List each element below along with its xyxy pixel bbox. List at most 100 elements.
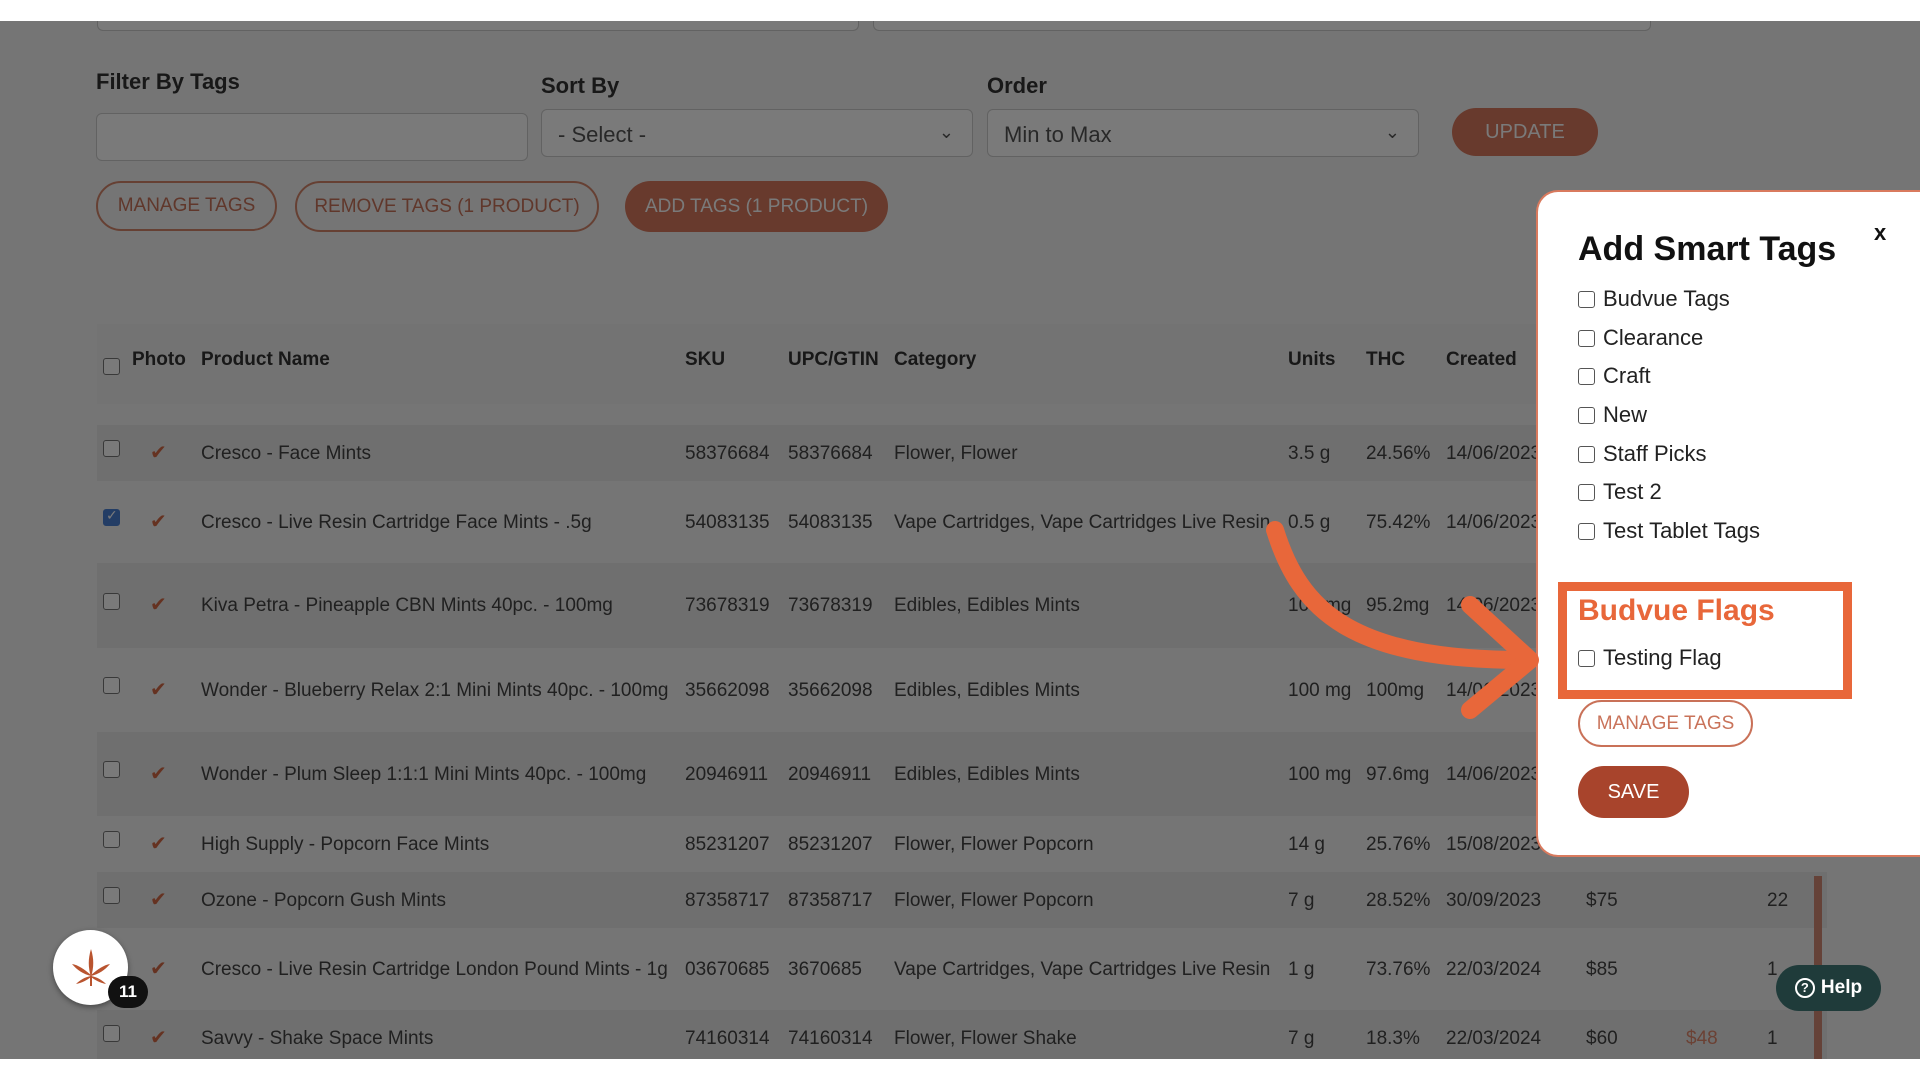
category-cell: Edibles, Edibles Mints xyxy=(894,679,1080,701)
row-checkbox[interactable] xyxy=(103,887,120,904)
question-icon: ? xyxy=(1794,978,1815,998)
annotation-arrow xyxy=(1266,521,1539,719)
flag-label: Testing Flag xyxy=(1603,645,1722,670)
sku-cell: 58376684 xyxy=(685,442,770,464)
row-checkbox[interactable] xyxy=(103,831,120,848)
product-name-cell: Cresco - Face Mints xyxy=(201,442,371,464)
category-cell: Edibles, Edibles Mints xyxy=(894,763,1080,785)
smart-tag-option[interactable]: Test Tablet Tags xyxy=(1578,518,1760,544)
col-created[interactable]: Created xyxy=(1446,349,1517,371)
upc-cell: 35662098 xyxy=(788,679,873,701)
units-cell: 7 g xyxy=(1288,1027,1315,1049)
order-label: Order xyxy=(987,73,1047,98)
photo-check-icon: ✔ xyxy=(150,832,167,855)
top-select-partial[interactable] xyxy=(873,21,1651,31)
product-name-cell: Savvy - Shake Space Mints xyxy=(201,1027,434,1049)
chevron-down-icon: ⌄ xyxy=(938,122,954,142)
tag-checkbox[interactable] xyxy=(1578,290,1595,308)
modal-title: Add Smart Tags xyxy=(1578,230,1837,268)
photo-check-icon: ✔ xyxy=(150,441,167,464)
modal-manage-tags-button[interactable]: MANAGE TAGS xyxy=(1578,700,1753,747)
sort-by-select[interactable]: - Select - ⌄ xyxy=(541,109,973,157)
col-category[interactable]: Category xyxy=(894,349,976,371)
product-name-cell: Wonder - Plum Sleep 1:1:1 Mini Mints 40p… xyxy=(201,763,647,785)
photo-check-icon: ✔ xyxy=(150,1026,167,1049)
bottom-bar xyxy=(0,1059,1920,1080)
units-cell: 3.5 g xyxy=(1288,442,1331,464)
row-checkbox[interactable] xyxy=(103,761,120,778)
order-value: Min to Max xyxy=(1004,122,1112,147)
flag-checkbox[interactable] xyxy=(1578,649,1595,667)
tag-checkbox[interactable] xyxy=(1578,445,1595,463)
chevron-down-icon: ⌄ xyxy=(1384,122,1400,142)
row-checkbox[interactable] xyxy=(103,440,120,457)
add-tags-button[interactable]: ADD TAGS (1 PRODUCT) xyxy=(625,181,888,232)
close-button[interactable]: x xyxy=(1874,220,1886,246)
col-product-name[interactable]: Product Name xyxy=(201,349,330,371)
sku-cell: 54083135 xyxy=(685,511,770,533)
thc-cell: 24.56% xyxy=(1366,442,1431,464)
product-name-cell: Ozone - Popcorn Gush Mints xyxy=(201,889,446,911)
remove-tags-button[interactable]: REMOVE TAGS (1 PRODUCT) xyxy=(295,181,599,232)
flags-title: Budvue Flags xyxy=(1578,594,1775,627)
tag-checkbox[interactable] xyxy=(1578,329,1595,347)
col-thc[interactable]: THC xyxy=(1366,349,1405,371)
category-cell: Vape Cartridges, Vape Cartridges Live Re… xyxy=(894,511,1271,533)
product-name-cell: Kiva Petra - Pineapple CBN Mints 40pc. -… xyxy=(201,595,613,616)
col-sku[interactable]: SKU xyxy=(685,349,725,371)
table-row[interactable]: ✔ Savvy - Shake Space Mints 74160314 741603… xyxy=(97,1010,1827,1059)
row-checkbox[interactable] xyxy=(103,1025,120,1042)
upc-cell: 58376684 xyxy=(788,442,873,464)
upc-cell: 74160314 xyxy=(788,1027,873,1049)
tag-label: Clearance xyxy=(1603,325,1704,350)
tag-checkbox[interactable] xyxy=(1578,522,1595,540)
sku-cell: 85231207 xyxy=(685,833,770,855)
sku-cell: 35662098 xyxy=(685,679,770,701)
tag-checkbox[interactable] xyxy=(1578,483,1595,501)
tag-label: Test Tablet Tags xyxy=(1603,518,1760,543)
photo-check-icon: ✔ xyxy=(150,510,167,533)
manage-tags-button[interactable]: MANAGE TAGS xyxy=(96,181,277,231)
upc-cell: 20946911 xyxy=(788,763,872,785)
flag-option[interactable]: Testing Flag xyxy=(1578,645,1722,671)
smart-tag-option[interactable]: Test 2 xyxy=(1578,479,1662,505)
row-checkbox[interactable] xyxy=(103,507,120,526)
quantity-cell: 22 xyxy=(1767,889,1789,911)
table-row[interactable]: ✔ Ozone - Popcorn Gush Mints 87358717 87358… xyxy=(97,872,1827,928)
order-select[interactable]: Min to Max ⌄ xyxy=(987,109,1419,157)
sku-cell: 74160314 xyxy=(685,1027,770,1049)
filter-tags-input[interactable] xyxy=(96,113,528,161)
category-cell: Flower, Flower Shake xyxy=(894,1027,1077,1049)
row-checkbox[interactable] xyxy=(103,677,120,694)
tag-checkbox[interactable] xyxy=(1578,406,1595,424)
row-checkbox[interactable] xyxy=(103,593,120,610)
units-cell: 7 g xyxy=(1288,889,1315,911)
tag-label: Test 2 xyxy=(1603,479,1662,504)
save-button[interactable]: SAVE xyxy=(1578,766,1689,818)
created-cell: 22/03/2024 xyxy=(1446,958,1542,980)
help-button[interactable]: ? Help xyxy=(1776,965,1881,1011)
tag-checkbox[interactable] xyxy=(1578,367,1595,385)
upc-cell: 54083135 xyxy=(788,511,873,533)
col-upc[interactable]: UPC/GTIN xyxy=(788,349,879,371)
top-input-partial[interactable] xyxy=(97,21,859,31)
sale-price-cell xyxy=(1686,928,1746,1010)
smart-tag-option[interactable]: Budvue Tags xyxy=(1578,286,1730,312)
tag-label: Craft xyxy=(1603,363,1651,388)
col-photo[interactable]: Photo xyxy=(132,349,186,371)
smart-tag-option[interactable]: Staff Picks xyxy=(1578,441,1707,467)
smart-tag-option[interactable]: Craft xyxy=(1578,363,1651,389)
smart-tag-option[interactable]: Clearance xyxy=(1578,325,1703,351)
tag-label: New xyxy=(1603,402,1648,427)
sort-by-value: - Select - xyxy=(558,122,647,147)
notification-badge: 11 xyxy=(108,976,148,1008)
col-units[interactable]: Units xyxy=(1288,349,1336,371)
table-row[interactable]: ✔ Cresco - Live Resin Cartridge London Po… xyxy=(97,928,1827,1010)
product-name-cell: Cresco - Live Resin Cartridge London Pou… xyxy=(201,958,668,980)
upc-cell: 73678319 xyxy=(788,595,873,616)
smart-tag-option[interactable]: New xyxy=(1578,402,1647,428)
photo-check-icon: ✔ xyxy=(150,594,167,616)
update-button[interactable]: UPDATE xyxy=(1452,108,1598,156)
photo-check-icon: ✔ xyxy=(150,957,167,980)
select-all-checkbox[interactable] xyxy=(103,358,120,375)
